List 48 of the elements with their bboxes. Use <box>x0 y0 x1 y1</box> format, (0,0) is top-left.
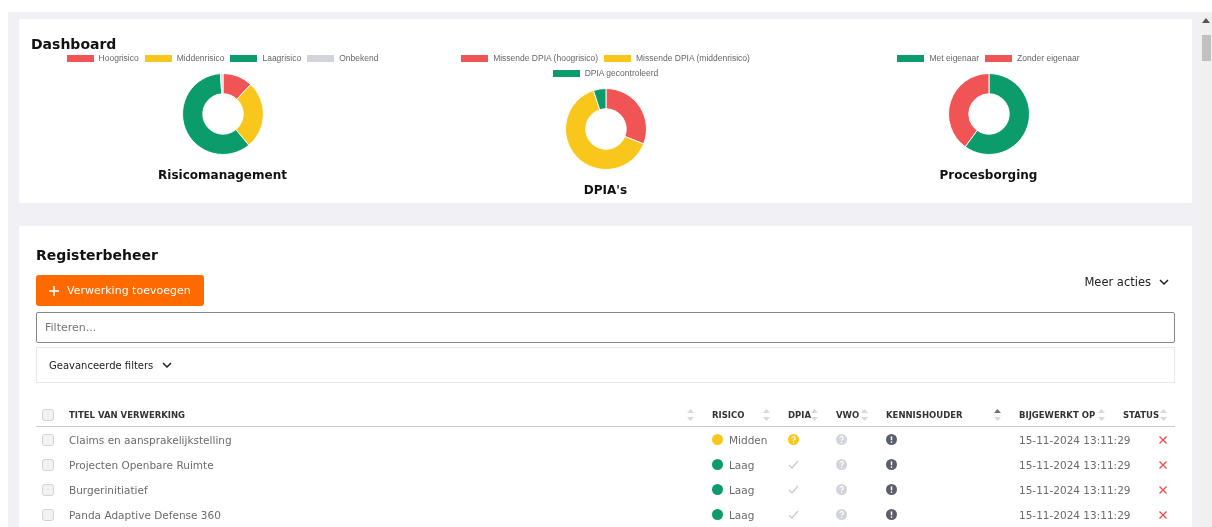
legend-item[interactable]: DPIA gecontroleerd <box>552 67 659 79</box>
legend-item[interactable]: Onbekend <box>307 52 379 64</box>
scrollbar-thumb[interactable] <box>1201 35 1211 61</box>
table-cell: Panda Adaptive Defense 360 <box>69 508 221 521</box>
row-checkbox[interactable] <box>42 433 54 446</box>
legend-item[interactable]: Met eigenaar <box>897 52 980 64</box>
select-all-checkbox[interactable] <box>42 409 54 421</box>
legend-item[interactable]: Middenrisico <box>144 52 225 64</box>
row-checkbox[interactable] <box>42 458 54 471</box>
legend-item[interactable]: Missende DPIA (middenrisico) <box>604 52 750 64</box>
chart-title: DPIA's <box>583 183 628 197</box>
table-cell: 15-11-2024 13:11:29 <box>1019 483 1131 496</box>
chevron-down-icon <box>162 362 173 368</box>
filter-field[interactable]: Filteren... <box>36 312 1175 343</box>
legend-item[interactable]: Hoogrisico <box>66 52 139 64</box>
table-cell: Laag <box>729 508 755 521</box>
chart-title: Risicomanagement <box>158 168 287 182</box>
legend-item[interactable]: Laagrisico <box>230 52 302 64</box>
register-title: Registerbeheer <box>36 246 158 264</box>
column-header[interactable]: TITEL VAN VERWERKING <box>69 410 186 420</box>
column-header[interactable]: BIJGEWERKT OP <box>1019 410 1096 420</box>
row-checkbox[interactable] <box>42 508 54 521</box>
row-checkbox[interactable] <box>42 483 54 496</box>
legend-item[interactable]: Missende DPIA (hoogrisico) <box>461 52 598 64</box>
column-header[interactable]: STATUS <box>1123 410 1159 420</box>
table-cell: 15-11-2024 13:11:29 <box>1019 433 1131 446</box>
scroll-up-icon[interactable] <box>1202 18 1210 23</box>
column-header[interactable]: RISICO <box>712 410 745 420</box>
column-header[interactable]: KENNISHOUDER <box>886 410 963 420</box>
legend-item[interactable]: Zonder eigenaar <box>985 52 1080 64</box>
chevron-down-icon <box>1159 278 1169 285</box>
table-cell: Claims en aansprakelijkstelling <box>69 433 232 446</box>
table-cell: Projecten Openbare Ruimte <box>69 458 214 471</box>
table-cell: Midden <box>729 433 768 446</box>
more-actions-button[interactable]: Meer acties <box>1078 274 1175 289</box>
scrollbar[interactable] <box>1200 12 1212 527</box>
dashboard-title: Dashboard <box>31 35 117 53</box>
table-cell: Burgerinitiatief <box>69 483 148 496</box>
column-header[interactable]: DPIA <box>788 410 812 420</box>
table-cell: 15-11-2024 13:11:29 <box>1019 458 1131 471</box>
plus-icon <box>49 285 59 296</box>
sort-icon[interactable] <box>994 409 1001 421</box>
table-cell: Laag <box>729 483 755 496</box>
table-cell: Laag <box>729 458 755 471</box>
table-cell: 15-11-2024 13:11:29 <box>1019 508 1131 521</box>
advanced-filters-toggle[interactable]: Geavanceerde filters <box>36 347 1175 383</box>
chart-title: Procesborging <box>939 168 1038 182</box>
column-header[interactable]: VWO <box>836 410 860 420</box>
